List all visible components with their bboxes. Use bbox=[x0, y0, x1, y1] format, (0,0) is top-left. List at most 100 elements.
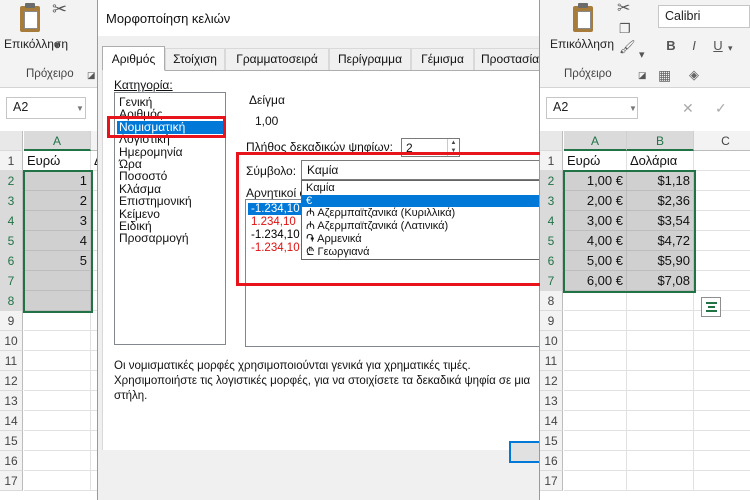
cell-c4[interactable] bbox=[694, 211, 750, 231]
cell-a11[interactable] bbox=[564, 351, 627, 371]
row-header-3[interactable]: 3 bbox=[540, 191, 563, 211]
cell-b7[interactable]: $7,08 bbox=[627, 271, 694, 291]
col-header-a[interactable]: A bbox=[24, 131, 91, 151]
cell-a8[interactable] bbox=[24, 291, 91, 311]
row-header-13[interactable]: 13 bbox=[0, 391, 23, 411]
cell-b11[interactable] bbox=[627, 351, 694, 371]
row-header-6[interactable]: 6 bbox=[0, 251, 23, 271]
row-header-9[interactable]: 9 bbox=[540, 311, 563, 331]
row-header-2[interactable]: 2 bbox=[0, 171, 23, 191]
borders-icon[interactable]: ▦ bbox=[658, 68, 671, 82]
cell-a3[interactable]: 2,00 € bbox=[564, 191, 627, 211]
cell-a6[interactable]: 5,00 € bbox=[564, 251, 627, 271]
cell-a6[interactable]: 5 bbox=[24, 251, 91, 271]
cell-a9[interactable] bbox=[24, 311, 91, 331]
row-header-5[interactable]: 5 bbox=[0, 231, 23, 251]
cell-b14[interactable] bbox=[627, 411, 694, 431]
underline-button[interactable]: U bbox=[709, 38, 727, 53]
row-header-7[interactable]: 7 bbox=[0, 271, 23, 291]
row-header-16[interactable]: 16 bbox=[0, 451, 23, 471]
paste-button-label[interactable]: Επικόλληση bbox=[550, 37, 614, 51]
select-all-corner[interactable] bbox=[0, 131, 23, 151]
row-header-7[interactable]: 7 bbox=[540, 271, 563, 291]
italic-button[interactable]: I bbox=[685, 38, 703, 53]
font-name-field[interactable]: Calibri bbox=[658, 5, 750, 28]
row-header-11[interactable]: 11 bbox=[540, 351, 563, 371]
cell-b2[interactable]: $1,18 bbox=[627, 171, 694, 191]
underline-dropdown-icon[interactable]: ▾ bbox=[728, 41, 733, 55]
cell-a13[interactable] bbox=[24, 391, 91, 411]
cell-a14[interactable] bbox=[564, 411, 627, 431]
cut-icon[interactable]: ✂ bbox=[617, 1, 630, 17]
cell-a13[interactable] bbox=[564, 391, 627, 411]
col-header-b[interactable]: B bbox=[627, 131, 694, 151]
right-name-box[interactable]: A2 bbox=[546, 97, 638, 119]
cell-a14[interactable] bbox=[24, 411, 91, 431]
row-header-11[interactable]: 11 bbox=[0, 351, 23, 371]
cell-a1[interactable]: Ευρώ bbox=[564, 151, 627, 171]
cell-c3[interactable] bbox=[694, 191, 750, 211]
cell-c12[interactable] bbox=[694, 371, 750, 391]
dialog-launcher-icon[interactable]: ◪ bbox=[638, 68, 647, 82]
cell-a12[interactable] bbox=[564, 371, 627, 391]
row-header-8[interactable]: 8 bbox=[540, 291, 563, 311]
cut-icon[interactable]: ✂ bbox=[52, 0, 67, 18]
cell-a9[interactable] bbox=[564, 311, 627, 331]
cell-c6[interactable] bbox=[694, 251, 750, 271]
cell-c5[interactable] bbox=[694, 231, 750, 251]
dialog-launcher-icon[interactable]: ◪ bbox=[87, 68, 96, 82]
cell-c13[interactable] bbox=[694, 391, 750, 411]
ok-button[interactable] bbox=[509, 441, 539, 463]
row-header-1[interactable]: 1 bbox=[540, 151, 563, 171]
cell-c7[interactable] bbox=[694, 271, 750, 291]
cell-a11[interactable] bbox=[24, 351, 91, 371]
cell-a3[interactable]: 2 bbox=[24, 191, 91, 211]
cell-b1[interactable]: Δολάρια bbox=[627, 151, 694, 171]
row-header-2[interactable]: 2 bbox=[540, 171, 563, 191]
namebox-dropdown-icon[interactable]: ▼ bbox=[629, 104, 637, 113]
select-all-corner[interactable] bbox=[540, 131, 563, 151]
cell-b17[interactable] bbox=[627, 471, 694, 491]
tab-border[interactable]: Περίγραμμα bbox=[329, 48, 411, 70]
cell-b16[interactable] bbox=[627, 451, 694, 471]
row-header-4[interactable]: 4 bbox=[540, 211, 563, 231]
tab-font[interactable]: Γραμματοσειρά bbox=[225, 48, 329, 70]
cell-b12[interactable] bbox=[627, 371, 694, 391]
namebox-dropdown-icon[interactable]: ▼ bbox=[76, 104, 84, 113]
cell-b15[interactable] bbox=[627, 431, 694, 451]
cell-a16[interactable] bbox=[24, 451, 91, 471]
dropdown-arrow-icon[interactable]: ▾ bbox=[54, 38, 60, 52]
cell-a16[interactable] bbox=[564, 451, 627, 471]
tab-alignment[interactable]: Στοίχιση bbox=[165, 48, 225, 70]
cell-a15[interactable] bbox=[564, 431, 627, 451]
cell-a17[interactable] bbox=[24, 471, 91, 491]
row-header-8[interactable]: 8 bbox=[0, 291, 23, 311]
paste-icon[interactable] bbox=[16, 2, 44, 34]
cell-a12[interactable] bbox=[24, 371, 91, 391]
cell-b13[interactable] bbox=[627, 391, 694, 411]
row-header-4[interactable]: 4 bbox=[0, 211, 23, 231]
cell-c15[interactable] bbox=[694, 431, 750, 451]
cell-c2[interactable] bbox=[694, 171, 750, 191]
quick-analysis-icon[interactable] bbox=[701, 297, 721, 317]
row-header-10[interactable]: 10 bbox=[0, 331, 23, 351]
copy-icon[interactable]: ❐ bbox=[619, 22, 631, 36]
cell-b6[interactable]: $5,90 bbox=[627, 251, 694, 271]
cell-c11[interactable] bbox=[694, 351, 750, 371]
cell-b8[interactable] bbox=[627, 291, 694, 311]
cell-a15[interactable] bbox=[24, 431, 91, 451]
row-header-10[interactable]: 10 bbox=[540, 331, 563, 351]
fill-color-icon[interactable]: ◈ bbox=[689, 68, 699, 82]
row-header-16[interactable]: 16 bbox=[540, 451, 563, 471]
cell-a2[interactable]: 1 bbox=[24, 171, 91, 191]
cell-a7[interactable]: 6,00 € bbox=[564, 271, 627, 291]
cell-a8[interactable] bbox=[564, 291, 627, 311]
row-header-17[interactable]: 17 bbox=[0, 471, 23, 491]
cell-b4[interactable]: $3,54 bbox=[627, 211, 694, 231]
row-header-14[interactable]: 14 bbox=[0, 411, 23, 431]
cell-c16[interactable] bbox=[694, 451, 750, 471]
cell-a5[interactable]: 4,00 € bbox=[564, 231, 627, 251]
cell-a4[interactable]: 3,00 € bbox=[564, 211, 627, 231]
dropdown-arrow-icon[interactable]: ▾ bbox=[639, 48, 645, 62]
row-header-12[interactable]: 12 bbox=[540, 371, 563, 391]
